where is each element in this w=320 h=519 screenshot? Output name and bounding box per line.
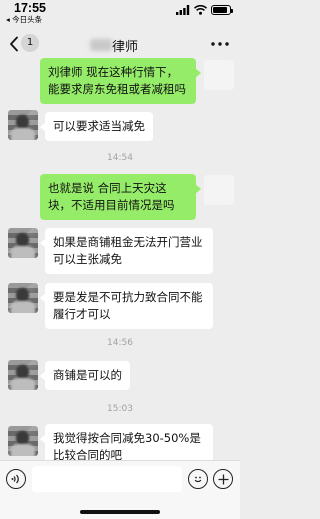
nav-bar: 1 律师 — [0, 26, 240, 62]
status-bar: 17:55 ◂ 今日头条 — [0, 0, 240, 26]
wifi-icon — [194, 5, 207, 15]
chat-timestamp: 14:56 — [107, 338, 133, 348]
contact-avatar[interactable] — [8, 110, 38, 140]
message-incoming[interactable]: 商铺是可以的 — [40, 361, 130, 390]
message-outgoing[interactable]: 刘律师 现在这种行情下，能要求房东免租或者减租吗 — [40, 58, 201, 104]
chat-title: 律师 — [112, 40, 139, 55]
contact-avatar[interactable] — [8, 283, 38, 313]
self-avatar[interactable] — [204, 60, 234, 90]
emoji-icon[interactable] — [188, 469, 208, 489]
unread-count-badge[interactable]: 1 — [21, 34, 39, 52]
message-incoming[interactable]: 可以要求适当减免 — [40, 112, 153, 141]
self-avatar[interactable] — [204, 175, 234, 205]
back-to-app-link[interactable]: ◂ 今日头条 — [6, 14, 42, 25]
message-incoming[interactable]: 要是发是不可抗力致合同不能履行才可以 — [40, 283, 213, 329]
message-input[interactable] — [32, 466, 182, 492]
chevron-left-icon — [10, 36, 18, 52]
contact-name-blurred — [90, 39, 112, 51]
signal-icon — [176, 5, 190, 15]
home-indicator[interactable] — [80, 510, 160, 514]
contact-avatar[interactable] — [8, 228, 38, 258]
contact-avatar[interactable] — [8, 426, 38, 456]
chat-timestamp: 15:03 — [107, 404, 133, 414]
status-time: 17:55 — [14, 1, 46, 15]
back-button[interactable] — [6, 33, 22, 55]
chat-timestamp: 14:54 — [107, 153, 133, 163]
voice-icon[interactable] — [6, 469, 26, 489]
battery-icon — [211, 5, 233, 15]
battery-fill — [213, 7, 228, 13]
plus-icon[interactable] — [213, 469, 233, 489]
message-incoming[interactable]: 如果是商铺租金无法开门营业可以主张减免 — [40, 228, 213, 274]
message-outgoing[interactable]: 也就是说 合同上天灾这块，不适用目前情况是吗 — [40, 174, 201, 220]
contact-avatar[interactable] — [8, 360, 38, 390]
more-dots-icon[interactable] — [210, 34, 230, 54]
status-icons — [176, 5, 233, 15]
